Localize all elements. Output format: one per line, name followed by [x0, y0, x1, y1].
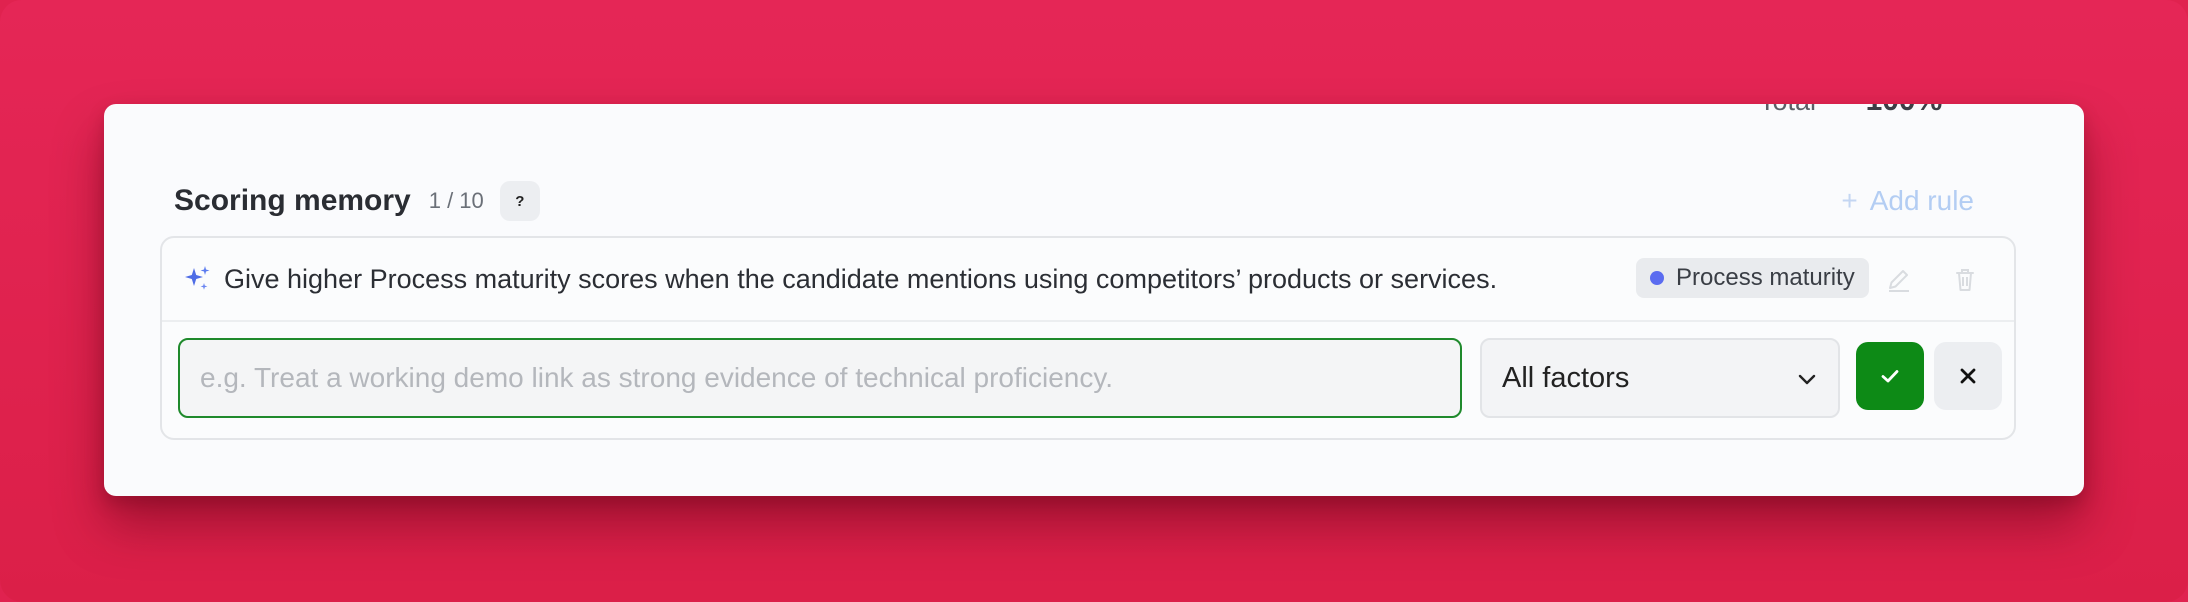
confirm-button[interactable] — [1856, 342, 1924, 410]
new-rule-editor: All factors — [162, 322, 2014, 438]
add-rule-button[interactable]: + Add rule — [1841, 176, 1974, 226]
total-value: 100% — [1866, 104, 1943, 117]
plus-icon: + — [1841, 185, 1858, 216]
rule-item: Give higher Process maturity scores when… — [162, 238, 2014, 322]
factor-label: Process maturity — [1676, 264, 1855, 291]
section-header: Scoring memory 1 / 10 ? + Add rule — [174, 176, 1974, 226]
factor-select[interactable]: All factors — [1480, 338, 1840, 418]
rule-count: 1 / 10 — [428, 188, 484, 213]
cancel-button[interactable] — [1934, 342, 2002, 410]
chevron-down-icon — [1798, 374, 1816, 385]
rules-list: Give higher Process maturity scores when… — [160, 236, 2016, 440]
add-rule-label: Add rule — [1869, 185, 1974, 216]
scoring-memory-card: Total 100% Scoring memory 1 / 10 ? + Add… — [104, 104, 2084, 496]
factor-select-value: All factors — [1502, 361, 1630, 394]
rule-input[interactable] — [178, 338, 1462, 418]
trash-icon[interactable] — [1950, 264, 1980, 294]
factor-tag: Process maturity — [1636, 258, 1869, 298]
factor-dot — [1650, 271, 1664, 285]
check-icon — [1881, 370, 1899, 383]
pencil-icon[interactable] — [1884, 264, 1914, 294]
rule-text: Give higher Process maturity scores when… — [224, 263, 1498, 294]
total-label: Total — [1759, 104, 1816, 116]
close-icon — [1960, 368, 1976, 384]
section-title: Scoring memory — [174, 184, 411, 217]
sparkle-icon — [185, 266, 210, 290]
help-button[interactable]: ? — [499, 181, 540, 221]
total-summary: Total 100% — [1759, 104, 1942, 118]
